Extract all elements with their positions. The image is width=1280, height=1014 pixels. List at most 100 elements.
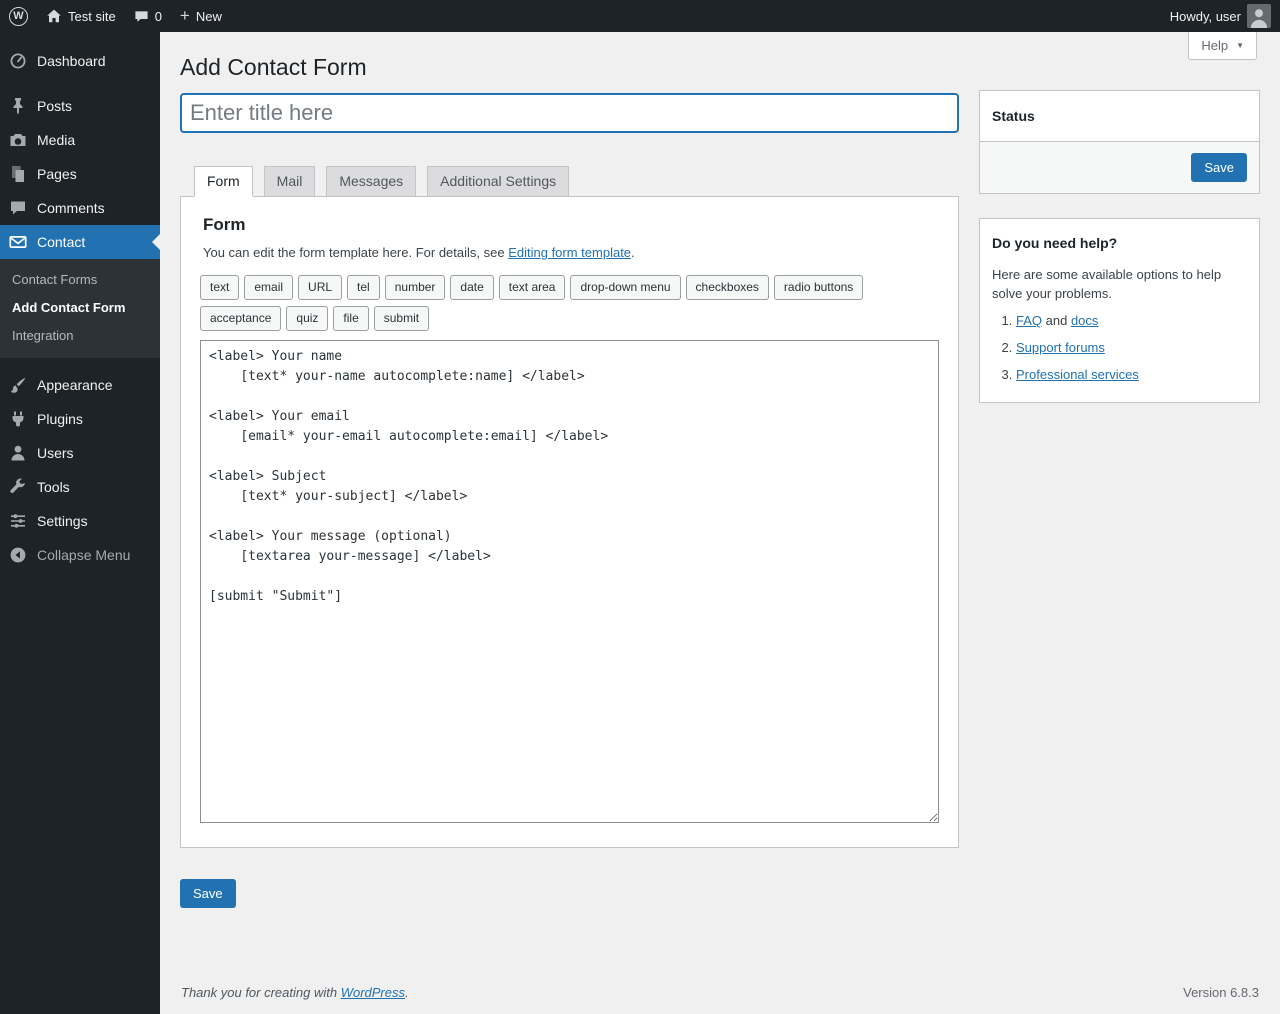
- tag-button-acceptance[interactable]: acceptance: [200, 306, 282, 331]
- sidebar-item-posts[interactable]: Posts: [0, 89, 160, 123]
- status-save-button[interactable]: Save: [1191, 153, 1247, 182]
- tag-generator-buttons: text email URL tel number date text area…: [200, 275, 939, 331]
- sidebar-item-label: Collapse Menu: [37, 547, 131, 563]
- sidebar-item-pages[interactable]: Pages: [0, 157, 160, 191]
- sidebar-item-media[interactable]: Media: [0, 123, 160, 157]
- comments-count: 0: [154, 8, 162, 24]
- sidebar-item-dashboard[interactable]: Dashboard: [0, 44, 160, 78]
- tag-button-email[interactable]: email: [244, 275, 294, 300]
- tab-form[interactable]: Form: [194, 166, 253, 197]
- tab-label: Messages: [339, 173, 404, 189]
- new-content-menu[interactable]: + New: [171, 0, 231, 32]
- sidebar-item-settings[interactable]: Settings: [0, 504, 160, 538]
- footer-version: Version 6.8.3: [1183, 985, 1259, 1000]
- form-panel-heading: Form: [203, 215, 246, 234]
- brush-icon: [8, 375, 28, 395]
- tag-button-text[interactable]: text: [200, 275, 240, 300]
- sidebar-item-tools[interactable]: Tools: [0, 470, 160, 504]
- tag-button-file[interactable]: file: [333, 306, 369, 331]
- pages-icon: [8, 164, 28, 184]
- sidebar-item-label: Plugins: [37, 411, 83, 427]
- sidebar-item-label: Posts: [37, 98, 73, 114]
- wordpress-link[interactable]: WordPress: [341, 985, 405, 1000]
- sidebar-item-label: Comments: [37, 200, 105, 216]
- users-icon: [8, 443, 28, 463]
- tag-button-date[interactable]: date: [450, 275, 494, 300]
- tab-label: Mail: [276, 173, 303, 189]
- pushpin-icon: [8, 96, 28, 116]
- tag-button-text-area[interactable]: text area: [498, 275, 566, 300]
- help-box-intro: Here are some available options to help …: [992, 267, 1222, 301]
- collapse-arrow-icon: [8, 545, 28, 565]
- collapse-menu-button[interactable]: Collapse Menu: [0, 538, 160, 572]
- form-template-textarea[interactable]: <label> Your name [text* your-name autoc…: [200, 340, 939, 823]
- sidebar-item-label: Appearance: [37, 377, 113, 393]
- help-links-list: FAQ and docs Support forums Professional…: [992, 313, 1247, 383]
- admin-footer: Thank you for creating with WordPress. V…: [180, 977, 1260, 1014]
- form-title-input[interactable]: [180, 93, 959, 133]
- list-item: FAQ and docs: [1016, 313, 1247, 329]
- menu-separator: [0, 358, 160, 368]
- menu-separator: [0, 78, 160, 89]
- tag-button-tel[interactable]: tel: [347, 275, 380, 300]
- tag-button-quiz[interactable]: quiz: [286, 306, 329, 331]
- settings-icon: [8, 511, 28, 531]
- sidebar-item-label: Tools: [37, 479, 70, 495]
- form-panel-description: You can edit the form template here. For…: [200, 244, 939, 261]
- help-box-title: Do you need help?: [992, 235, 1118, 251]
- sidebar-item-plugins[interactable]: Plugins: [0, 402, 160, 436]
- tab-additional-settings[interactable]: Additional Settings: [427, 166, 570, 197]
- status-box: Status Save: [979, 90, 1260, 194]
- help-box: Do you need help? Here are some availabl…: [979, 218, 1260, 403]
- list-item: Support forums: [1016, 340, 1247, 356]
- sidebar-item-appearance[interactable]: Appearance: [0, 368, 160, 402]
- footer-text: .: [405, 985, 409, 1000]
- professional-services-link[interactable]: Professional services: [1016, 367, 1139, 382]
- sidebar-item-label: Pages: [37, 166, 77, 182]
- sidebar-item-comments[interactable]: Comments: [0, 191, 160, 225]
- sidebar-item-label: Users: [37, 445, 74, 461]
- tab-label: Form: [207, 173, 240, 189]
- comments-icon: [8, 198, 28, 218]
- tag-button-number[interactable]: number: [384, 275, 446, 300]
- list-item: Professional services: [1016, 367, 1247, 383]
- tag-button-submit[interactable]: submit: [373, 306, 430, 331]
- admin-sidebar: Dashboard Posts Media Pages Comments Con…: [0, 32, 160, 1014]
- editing-form-template-link[interactable]: Editing form template: [508, 245, 631, 260]
- sidebar-item-users[interactable]: Users: [0, 436, 160, 470]
- plugin-icon: [8, 409, 28, 429]
- tag-button-radio-buttons[interactable]: radio buttons: [773, 275, 864, 300]
- wrench-icon: [8, 477, 28, 497]
- camera-icon: [8, 130, 28, 150]
- footer-text: Thank you for creating with: [181, 985, 341, 1000]
- sidebar-item-contact[interactable]: Contact: [0, 225, 160, 259]
- help-label: Help: [1201, 38, 1229, 53]
- submenu-item-add-contact-form[interactable]: Add Contact Form: [0, 294, 160, 322]
- home-icon: [46, 8, 62, 24]
- my-account-menu[interactable]: Howdy, user: [1161, 0, 1280, 32]
- admin-bar: W Test site 0 + New Howdy, user: [0, 0, 1280, 32]
- submenu-item-integration[interactable]: Integration: [0, 322, 160, 350]
- tag-button-drop-down-menu[interactable]: drop-down menu: [570, 275, 681, 300]
- docs-link[interactable]: docs: [1071, 313, 1098, 328]
- sidebar-item-label: Settings: [37, 513, 88, 529]
- form-panel: Form You can edit the form template here…: [180, 196, 959, 848]
- submenu-label: Add Contact Form: [12, 300, 126, 315]
- submenu-item-contact-forms[interactable]: Contact Forms: [0, 266, 160, 294]
- site-name-link[interactable]: Test site: [37, 0, 125, 32]
- tab-messages[interactable]: Messages: [326, 166, 417, 197]
- tab-mail[interactable]: Mail: [263, 166, 316, 197]
- wordpress-menu[interactable]: W: [0, 0, 37, 32]
- tag-button-checkboxes[interactable]: checkboxes: [685, 275, 769, 300]
- comments-bubble[interactable]: 0: [125, 0, 171, 32]
- sidebar-column: Status Save Do you need help? Here are s…: [979, 90, 1260, 403]
- howdy-label: Howdy, user: [1169, 8, 1241, 24]
- tag-button-url[interactable]: URL: [298, 275, 343, 300]
- save-button[interactable]: Save: [180, 879, 236, 908]
- help-dropdown-button[interactable]: Help ▼: [1188, 32, 1257, 60]
- support-forums-link[interactable]: Support forums: [1016, 340, 1105, 355]
- editor-column: Form Mail Messages Additional Settings F…: [180, 90, 959, 908]
- mail-icon: [8, 232, 28, 252]
- faq-link[interactable]: FAQ: [1016, 313, 1042, 328]
- contact-submenu: Contact Forms Add Contact Form Integrati…: [0, 259, 160, 358]
